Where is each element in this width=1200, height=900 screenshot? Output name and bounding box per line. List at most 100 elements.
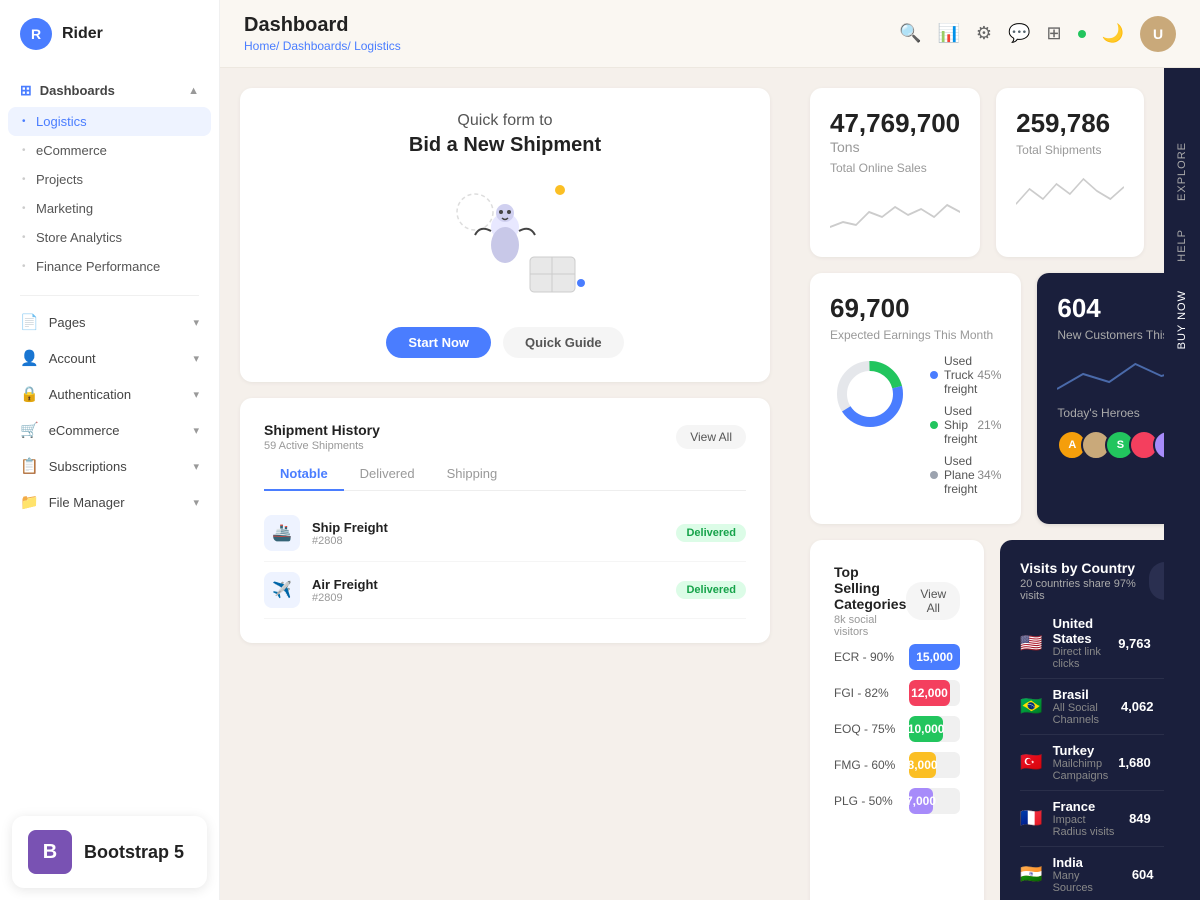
chevron-down-icon: ▾ [193, 316, 199, 329]
chevron-down-icon-auth: ▾ [193, 388, 199, 401]
shipment-item: 🚢 Ship Freight #2808 Delivered [264, 505, 746, 562]
sidebar-item-authentication[interactable]: 🔒 Authentication ▾ [0, 376, 219, 412]
dashboards-section: ⊞ Dashboards ▲ Logistics eCommerce Proje… [0, 68, 219, 287]
new-customers-card: 604 New Customers This Month Today's Her… [1037, 273, 1164, 524]
right-sidebar: Explore Help Buy now [1164, 68, 1200, 900]
bar-item-fgi: FGI - 82% 12,000 [834, 680, 960, 706]
shipments-mini-chart [1016, 169, 1124, 219]
shipment-icon: 🚢 [264, 515, 300, 551]
total-sales-label: Total Online Sales [830, 161, 960, 175]
chart-icon[interactable]: 📊 [938, 23, 960, 44]
shipment-icon-2: ✈️ [264, 572, 300, 608]
breadcrumb: Home/ Dashboards/ Logistics [244, 39, 401, 53]
sidebar-item-ecommerce-main[interactable]: 🛒 eCommerce ▾ [0, 412, 219, 448]
settings-icon[interactable]: ⚙ [976, 23, 992, 44]
total-shipments-label: Total Shipments [1016, 143, 1124, 157]
shipment-id-2: #2809 [312, 592, 664, 604]
shipment-info: Ship Freight #2808 [312, 520, 664, 547]
sidebar-item-finance-performance[interactable]: Finance Performance [0, 252, 219, 281]
plane-freight: Used Plane freight 34% [930, 454, 1001, 496]
ship-freight: Used Ship freight 21% [930, 404, 1001, 446]
main-content: Dashboard Home/ Dashboards/ Logistics 🔍 … [220, 0, 1200, 900]
avatar[interactable]: U [1140, 16, 1176, 52]
categories-view-all[interactable]: View All [906, 582, 960, 620]
country-in: 🇮🇳 India Many Sources 604 -8.3% [1020, 847, 1164, 900]
illustration [415, 177, 595, 307]
tab-notable[interactable]: Notable [264, 458, 344, 491]
status-badge: Delivered [676, 524, 746, 542]
sidebar-item-subscriptions[interactable]: 📋 Subscriptions ▾ [0, 448, 219, 484]
shipment-history-header: Shipment History 59 Active Shipments Vie… [264, 422, 746, 452]
categories-header: Top Selling Categories 8k social visitor… [834, 564, 960, 638]
bar-item-fmg: FMG - 60% 8,000 [834, 752, 960, 778]
sidebar: R Rider ⊞ Dashboards ▲ Logistics eCommer… [0, 0, 220, 900]
bootstrap-banner[interactable]: B Bootstrap 5 [12, 816, 207, 888]
visits-title: Visits by Country [1020, 560, 1149, 576]
breadcrumb-home[interactable]: Home/ [244, 39, 279, 53]
cat-label-eoq: EOQ - 75% [834, 722, 899, 736]
country-info-tr: Turkey Mailchimp Campaigns [1053, 743, 1109, 782]
new-customers-label: New Customers This Month [1057, 328, 1164, 342]
flag-tr: 🇹🇷 [1020, 752, 1042, 773]
earnings-content: Used Truck freight 45% Used Ship freight… [830, 354, 1001, 504]
visits-view-all[interactable]: View All [1149, 562, 1164, 600]
cat-label-ecr: ECR - 90% [834, 650, 899, 664]
chevron-down-icon-ec: ▾ [193, 424, 199, 437]
dashboards-section-label: ⊞ Dashboards [20, 82, 115, 99]
breadcrumb-dashboards[interactable]: Dashboards/ [283, 39, 351, 53]
donut-chart [830, 354, 910, 439]
sidebar-item-projects[interactable]: Projects [0, 165, 219, 194]
account-icon: 👤 [20, 349, 39, 367]
country-fr: 🇫🇷 France Impact Radius visits 849 +4.1% [1020, 791, 1164, 847]
subscriptions-label: Subscriptions [49, 459, 127, 474]
tab-delivered[interactable]: Delivered [344, 458, 431, 491]
flag-fr: 🇫🇷 [1020, 808, 1042, 829]
quick-guide-button[interactable]: Quick Guide [503, 327, 624, 358]
visits-card: Visits by Country 20 countries share 97%… [1000, 540, 1164, 900]
visits-header: Visits by Country 20 countries share 97%… [1020, 560, 1164, 602]
chevron-down-icon-fm: ▾ [193, 496, 199, 509]
bar-plg: 7,000 [909, 788, 933, 814]
authentication-label: Authentication [49, 387, 131, 402]
quick-form-title: Quick form to [457, 112, 552, 130]
sidebar-item-filemanager[interactable]: 📁 File Manager ▾ [0, 484, 219, 520]
pages-icon: 📄 [20, 313, 39, 331]
cat-label-plg: PLG - 50% [834, 794, 899, 808]
new-customers-chart [1057, 354, 1164, 394]
sidebar-buy-now[interactable]: Buy now [1168, 276, 1196, 363]
bootstrap-label: Bootstrap 5 [84, 842, 184, 863]
categories-subtitle: 8k social visitors [834, 614, 906, 638]
grid-view-icon[interactable]: ⊞ [1046, 23, 1061, 44]
sidebar-item-marketing[interactable]: Marketing [0, 194, 219, 223]
bar-item-eoq: EOQ - 75% 10,000 [834, 716, 960, 742]
visits-subtitle: 20 countries share 97% visits [1020, 578, 1149, 602]
messages-icon[interactable]: 💬 [1008, 23, 1030, 44]
earnings-number: 69,700 [830, 293, 910, 323]
right-panel: 47,769,700 Tons Total Online Sales 259,7… [790, 68, 1164, 900]
tab-shipping[interactable]: Shipping [431, 458, 514, 491]
flag-br: 🇧🇷 [1020, 696, 1042, 717]
shipment-name: Ship Freight [312, 520, 664, 535]
filemanager-label: File Manager [49, 495, 125, 510]
sidebar-item-logistics[interactable]: Logistics [8, 107, 211, 136]
decoration-dot-blue [577, 279, 585, 287]
sidebar-item-account[interactable]: 👤 Account ▾ [0, 340, 219, 376]
moon-icon[interactable]: 🌙 [1102, 23, 1124, 44]
total-sales-number: 47,769,700 Tons [830, 108, 960, 157]
sidebar-help[interactable]: Help [1168, 215, 1196, 276]
header: Dashboard Home/ Dashboards/ Logistics 🔍 … [220, 0, 1200, 68]
sales-mini-chart [830, 187, 960, 237]
ecommerce-icon: 🛒 [20, 421, 39, 439]
dashboards-header[interactable]: ⊞ Dashboards ▲ [0, 74, 219, 107]
sidebar-item-ecommerce[interactable]: eCommerce [0, 136, 219, 165]
shipment-history-view-all[interactable]: View All [676, 425, 746, 449]
start-now-button[interactable]: Start Now [386, 327, 491, 358]
sidebar-explore[interactable]: Explore [1168, 128, 1196, 215]
sidebar-item-pages[interactable]: 📄 Pages ▾ [0, 304, 219, 340]
freight-legend: Used Truck freight 45% Used Ship freight… [930, 354, 1001, 504]
country-info-br: Brasil All Social Channels [1053, 687, 1111, 726]
search-icon[interactable]: 🔍 [899, 23, 921, 44]
sidebar-item-store-analytics[interactable]: Store Analytics [0, 223, 219, 252]
sidebar-logo[interactable]: R Rider [0, 0, 219, 68]
heroes-label: Today's Heroes [1057, 406, 1164, 420]
